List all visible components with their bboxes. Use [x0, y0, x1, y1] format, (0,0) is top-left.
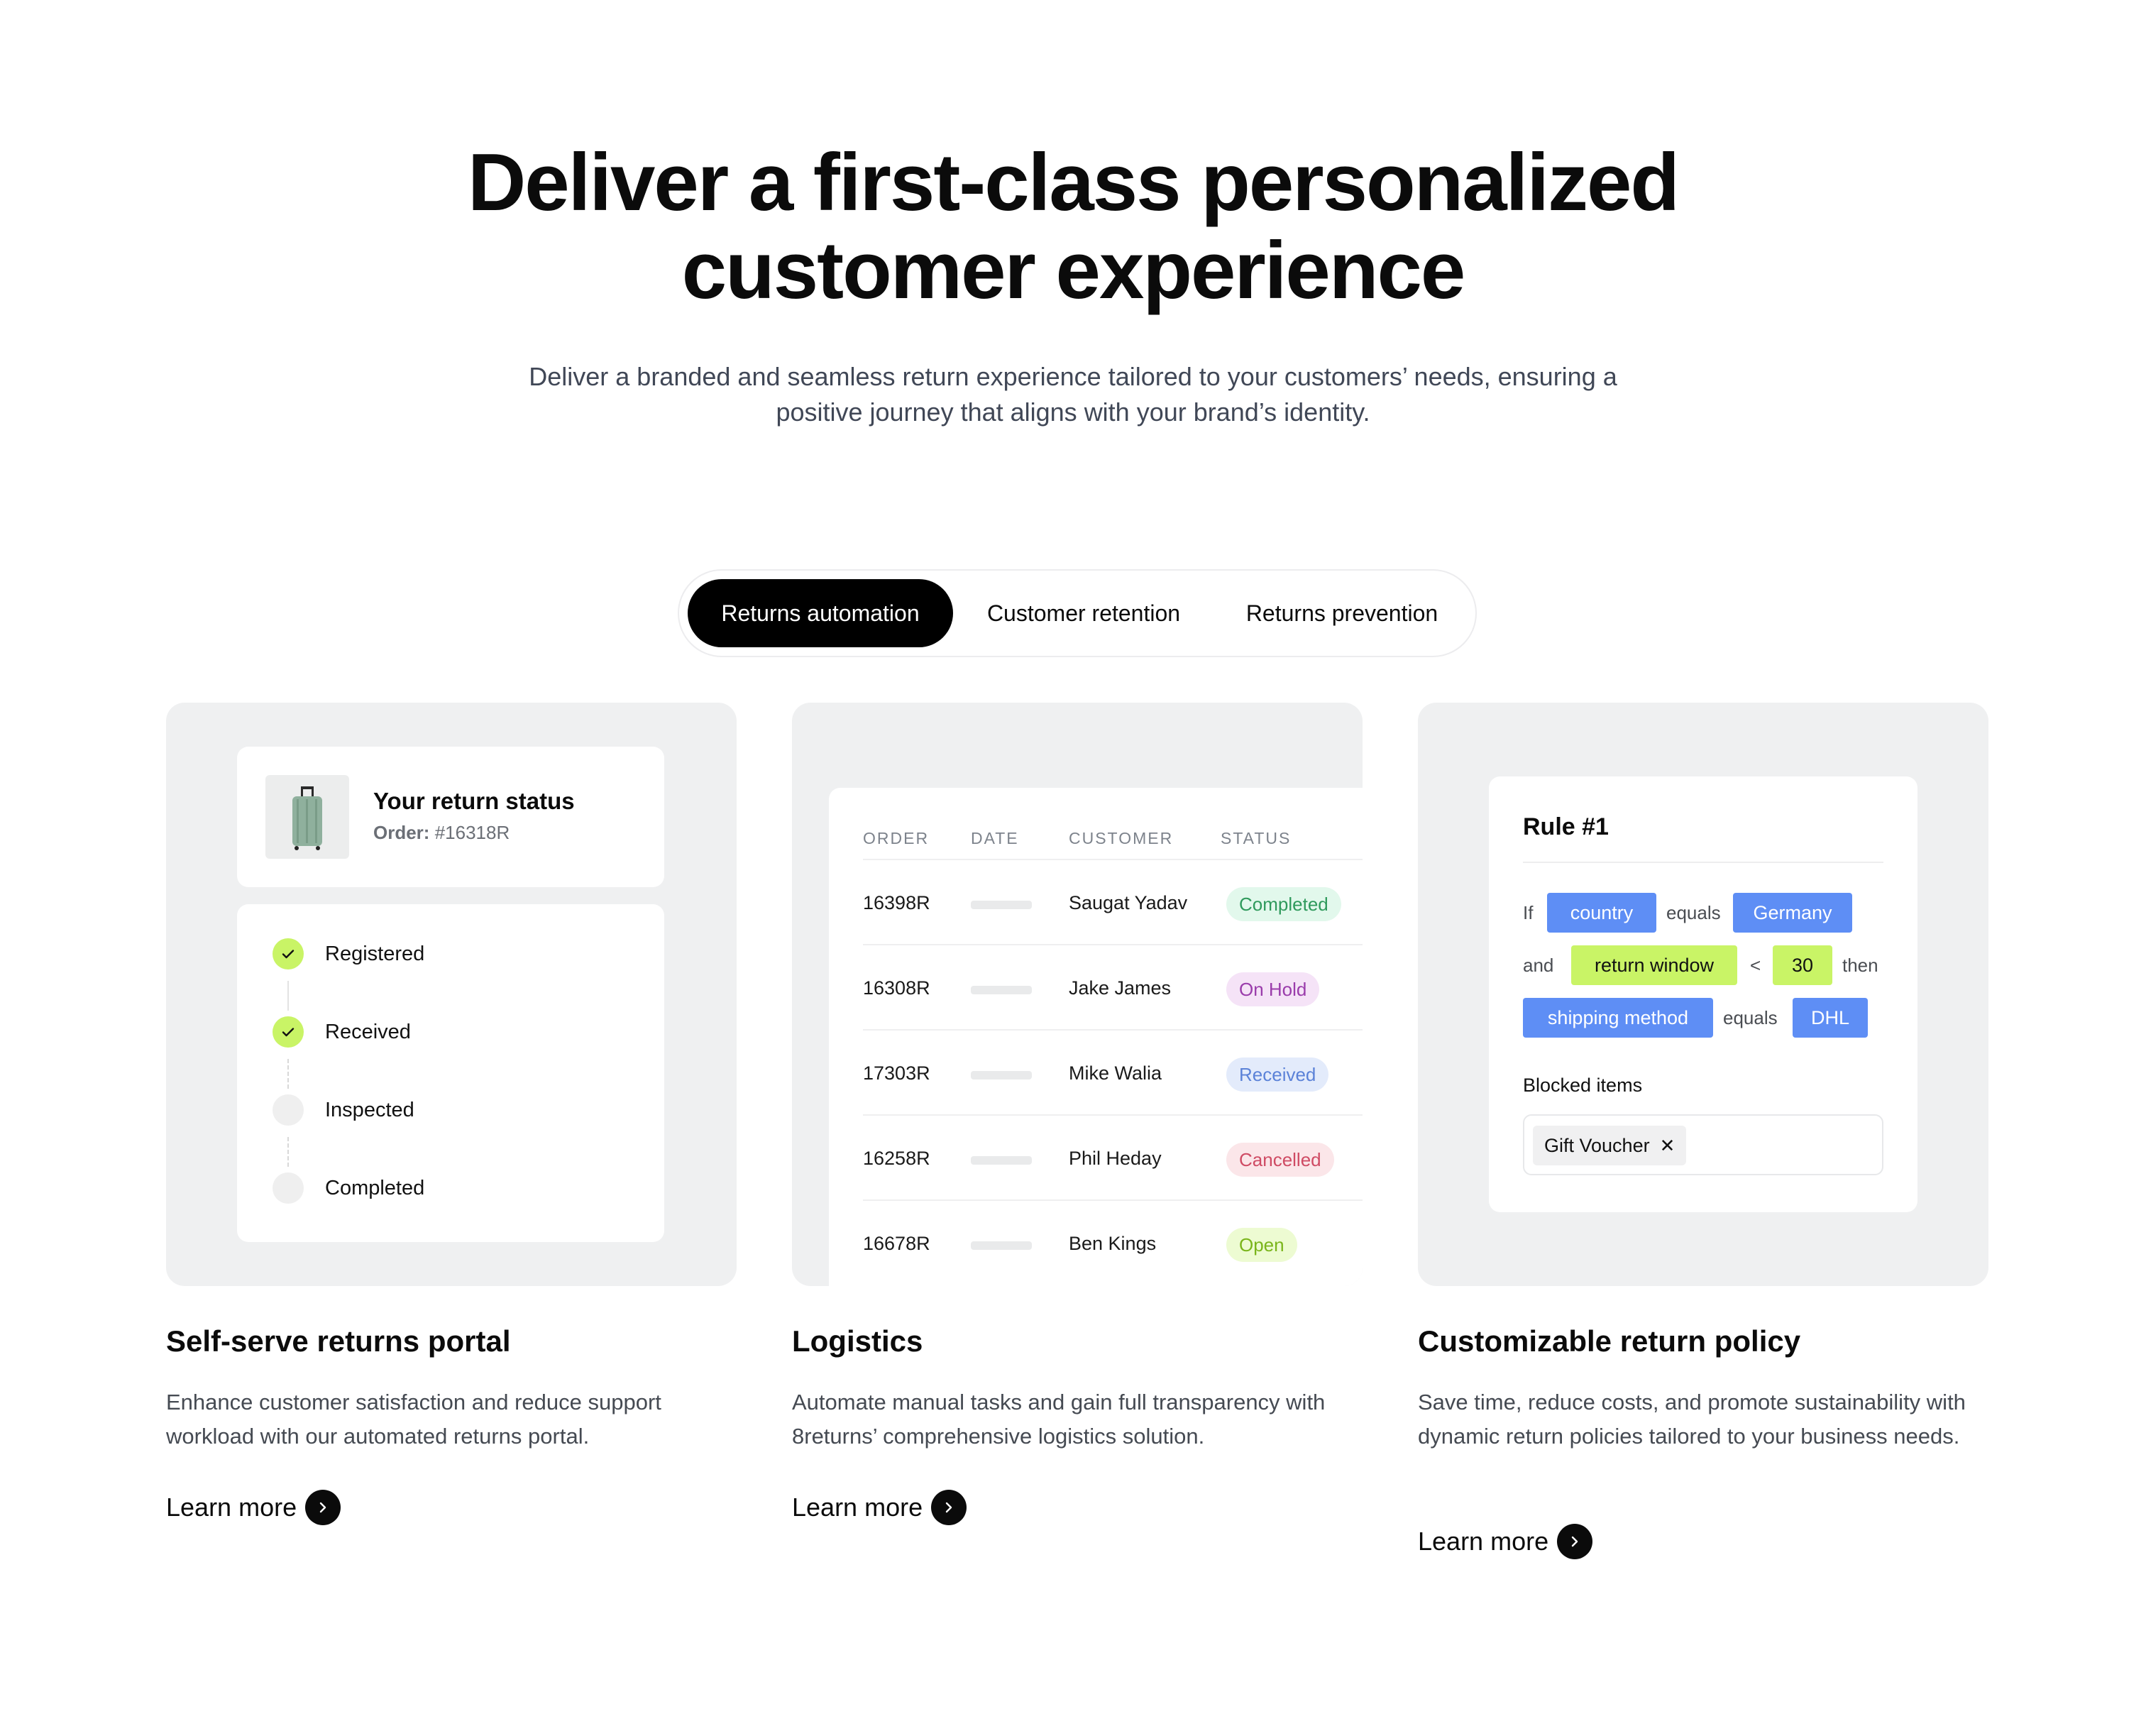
date-placeholder — [971, 1241, 1032, 1250]
blocked-item-tag: Gift Voucher ✕ — [1533, 1126, 1687, 1165]
status-badge: Completed — [1226, 887, 1341, 921]
customer-cell: Jake James — [1069, 977, 1172, 999]
tab-returns-automation[interactable]: Returns automation — [688, 579, 953, 647]
chevron-right-icon — [305, 1490, 341, 1525]
order-number-cell: 16308R — [863, 977, 930, 999]
feature-tabs: Returns automation Customer retention Re… — [678, 569, 1477, 657]
table-row[interactable]: 16678R Ben Kings Open — [863, 1199, 1363, 1285]
rule-field-return-window[interactable]: return window — [1571, 945, 1737, 985]
table-row[interactable]: 16308R Jake James On Hold — [863, 944, 1363, 1029]
step-inspected: Inspected — [273, 1094, 414, 1126]
orders-table: ORDER DATE CUSTOMER STATUS 16398R Saugat … — [829, 788, 1363, 1286]
hero-subtitle: Deliver a branded and seamless return ex… — [505, 359, 1641, 430]
chevron-right-icon — [1557, 1524, 1593, 1559]
date-placeholder — [971, 901, 1032, 909]
feature-title-policy: Customizable return policy — [1418, 1324, 1801, 1358]
feature-desc-portal: Enhance customer satisfaction and reduce… — [166, 1390, 661, 1449]
rule-field-country[interactable]: country — [1547, 893, 1656, 933]
rule-keyword-and: and — [1523, 954, 1554, 976]
tab-customer-retention[interactable]: Customer retention — [956, 579, 1211, 647]
status-badge: Received — [1226, 1057, 1329, 1092]
step-connector — [287, 1137, 289, 1167]
step-label: Registered — [325, 942, 425, 965]
status-badge: On Hold — [1226, 972, 1320, 1006]
rule-title: Rule #1 — [1523, 813, 1609, 840]
returns-portal-card: Your return status Order: #16318R Regist… — [166, 703, 737, 1286]
suitcase-icon — [292, 786, 322, 850]
column-header-customer: CUSTOMER — [1069, 829, 1174, 847]
return-status-header: Your return status Order: #16318R — [237, 747, 664, 887]
step-connector — [287, 981, 289, 1011]
check-icon — [273, 938, 304, 969]
feature-title-logistics: Logistics — [792, 1324, 923, 1358]
order-number-cell: 16398R — [863, 891, 930, 913]
learn-more-label: Learn more — [1418, 1527, 1549, 1556]
rule-value-dhl[interactable]: DHL — [1793, 998, 1868, 1038]
product-thumbnail — [265, 775, 349, 859]
learn-more-label: Learn more — [166, 1493, 297, 1522]
return-steps: Registered Received Inspected Completed — [237, 904, 664, 1242]
blocked-items-field[interactable]: Gift Voucher ✕ — [1523, 1114, 1883, 1175]
rule-operator-less-than: < — [1750, 954, 1761, 976]
logistics-card: ORDER DATE CUSTOMER STATUS 16398R Saugat … — [792, 703, 1363, 1286]
close-icon[interactable]: ✕ — [1660, 1135, 1675, 1157]
step-label: Received — [325, 1020, 411, 1043]
learn-more-link-logistics[interactable]: Learn more — [792, 1489, 967, 1526]
rule-field-shipping-method[interactable]: shipping method — [1523, 998, 1713, 1038]
rule-operator: equals — [1666, 901, 1721, 923]
hero-title-line2: customer experience — [681, 226, 1466, 316]
learn-more-label: Learn more — [792, 1493, 923, 1522]
check-icon — [273, 1016, 304, 1048]
customer-cell: Saugat Yadav — [1069, 891, 1188, 913]
rule-keyword-if: If — [1523, 901, 1534, 923]
hero-subtitle-line2: positive journey that aligns with your b… — [776, 397, 1370, 427]
rule-value-30[interactable]: 30 — [1773, 945, 1832, 985]
date-placeholder — [971, 1156, 1032, 1165]
hero-title: Deliver a first-class personalized custo… — [0, 139, 2146, 315]
column-header-order: ORDER — [863, 829, 930, 847]
tab-returns-prevention[interactable]: Returns prevention — [1216, 579, 1468, 647]
return-policy-card: Rule #1 If country equals Germany and re… — [1418, 703, 1988, 1286]
rule-keyword-then: then — [1842, 954, 1878, 976]
rule-operator: equals — [1723, 1006, 1778, 1028]
feature-title-portal: Self-serve returns portal — [166, 1324, 511, 1358]
table-row[interactable]: 16258R Phil Heday Cancelled — [863, 1114, 1363, 1199]
customer-cell: Phil Heday — [1069, 1147, 1162, 1169]
order-number-cell: 16678R — [863, 1232, 930, 1254]
order-number: Order: #16318R — [373, 822, 510, 843]
date-placeholder — [971, 1071, 1032, 1079]
blocked-items-label: Blocked items — [1523, 1075, 1643, 1096]
feature-desc-logistics: Automate manual tasks and gain full tran… — [792, 1390, 1326, 1449]
step-label: Completed — [325, 1176, 425, 1199]
date-placeholder — [971, 986, 1032, 994]
step-completed: Completed — [273, 1172, 424, 1204]
learn-more-link-portal[interactable]: Learn more — [166, 1489, 341, 1526]
hero-title-line1: Deliver a first-class personalized — [467, 138, 1680, 228]
customer-cell: Ben Kings — [1069, 1232, 1157, 1254]
customer-cell: Mike Walia — [1069, 1062, 1162, 1084]
status-badge: Cancelled — [1226, 1143, 1334, 1177]
order-number-cell: 16258R — [863, 1147, 930, 1169]
learn-more-link-policy[interactable]: Learn more — [1418, 1523, 1593, 1560]
table-row[interactable]: 17303R Mike Walia Received — [863, 1029, 1363, 1114]
pending-dot-icon — [273, 1172, 304, 1204]
feature-desc-policy: Save time, reduce costs, and promote sus… — [1418, 1390, 1966, 1449]
chevron-right-icon — [931, 1490, 967, 1525]
column-header-date: DATE — [971, 829, 1019, 847]
status-badge: Open — [1226, 1228, 1297, 1262]
pending-dot-icon — [273, 1094, 304, 1126]
step-received: Received — [273, 1016, 411, 1048]
step-label: Inspected — [325, 1098, 414, 1121]
step-connector — [287, 1059, 289, 1089]
return-status-title: Your return status — [373, 788, 575, 814]
rule-value-germany[interactable]: Germany — [1733, 893, 1852, 933]
column-header-status: STATUS — [1221, 829, 1292, 847]
table-row[interactable]: 16398R Saugat Yadav Completed — [863, 859, 1363, 944]
blocked-item-label: Gift Voucher — [1544, 1134, 1650, 1156]
step-registered: Registered — [273, 938, 424, 969]
divider — [1523, 862, 1883, 863]
order-number-cell: 17303R — [863, 1062, 930, 1084]
hero-subtitle-line1: Deliver a branded and seamless return ex… — [529, 362, 1617, 391]
rule-editor: Rule #1 If country equals Germany and re… — [1489, 776, 1917, 1212]
